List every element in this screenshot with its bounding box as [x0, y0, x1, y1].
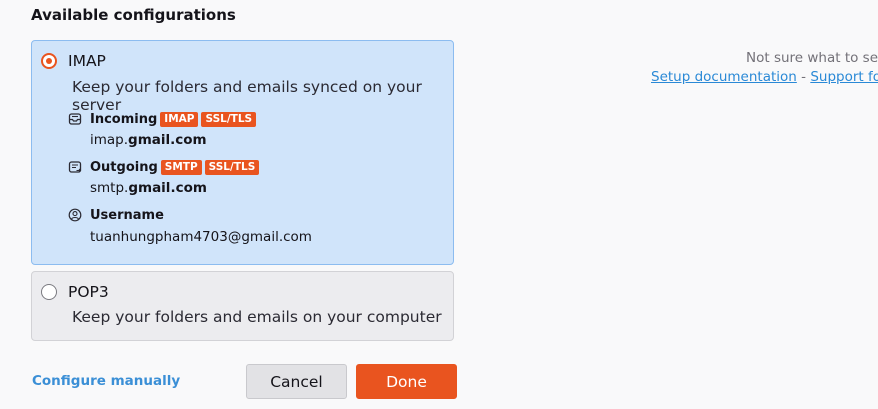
- outgoing-label: Outgoing SMTP SSL/TLS: [90, 160, 260, 175]
- outgoing-host: smtp.gmail.com: [90, 180, 207, 196]
- help-text: Not sure what to sel: [746, 50, 878, 66]
- done-button[interactable]: Done: [356, 364, 457, 399]
- user-icon: [68, 208, 82, 222]
- protocol-badge: IMAP: [160, 112, 199, 127]
- protocol-badge: SMTP: [160, 160, 202, 175]
- config-description: Keep your folders and emails synced on y…: [72, 78, 422, 114]
- incoming-label: Incoming IMAP SSL/TLS: [90, 112, 257, 127]
- inbox-icon: [68, 113, 82, 125]
- imap-radio-button[interactable]: [41, 53, 57, 69]
- username-value: tuanhungpham4703@gmail.com: [90, 229, 312, 245]
- incoming-host: imap.gmail.com: [90, 132, 207, 148]
- security-badge: SSL/TLS: [204, 160, 260, 175]
- outbox-icon: [68, 161, 82, 173]
- configure-manually-link[interactable]: Configure manually: [32, 373, 180, 389]
- security-badge: SSL/TLS: [201, 112, 257, 127]
- section-title: Available configurations: [31, 6, 236, 24]
- config-option-pop3[interactable]: POP3 Keep your folders and emails on you…: [31, 271, 454, 341]
- username-label: Username: [90, 208, 164, 223]
- help-links: Setup documentation - Support for: [651, 69, 878, 85]
- link-separator: -: [796, 69, 811, 85]
- support-forum-link[interactable]: Support for: [810, 69, 878, 85]
- cancel-button[interactable]: Cancel: [246, 364, 347, 399]
- pop3-radio-button[interactable]: [41, 284, 57, 300]
- config-description: Keep your folders and emails on your com…: [72, 308, 442, 326]
- config-name: POP3: [68, 283, 109, 301]
- config-name: IMAP: [68, 52, 106, 70]
- config-option-imap[interactable]: IMAP Keep your folders and emails synced…: [31, 40, 454, 265]
- setup-documentation-link[interactable]: Setup documentation: [651, 69, 797, 85]
